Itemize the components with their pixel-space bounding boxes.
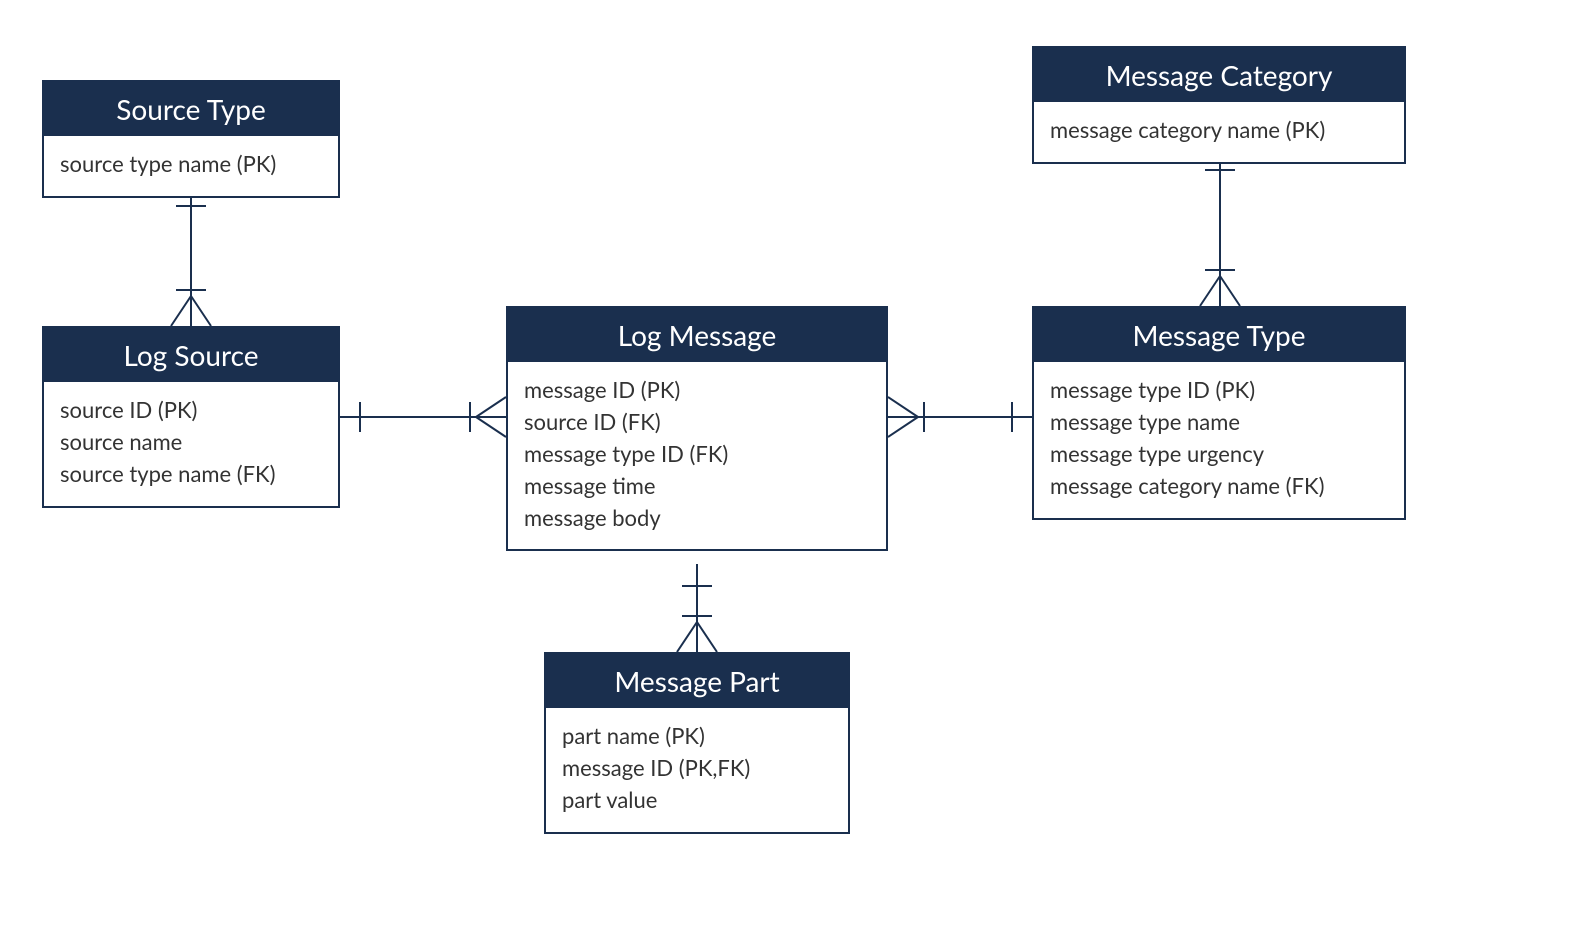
attribute: source ID (FK): [524, 406, 870, 438]
entity-message-category: Message Category message category name (…: [1032, 46, 1406, 164]
attribute: message ID (PK,FK): [562, 752, 832, 784]
attribute: part name (PK): [562, 720, 832, 752]
entity-attrs: message type ID (PK) message type name m…: [1034, 362, 1404, 518]
attribute: message type name: [1050, 406, 1388, 438]
attribute: message body: [524, 502, 870, 534]
entity-title: Log Message: [508, 308, 886, 362]
entity-attrs: source type name (PK): [44, 136, 338, 196]
entity-title: Message Category: [1034, 48, 1404, 102]
entity-title: Log Source: [44, 328, 338, 382]
attribute: message type ID (FK): [524, 438, 870, 470]
entity-title: Message Type: [1034, 308, 1404, 362]
attribute: message ID (PK): [524, 374, 870, 406]
entity-source-type: Source Type source type name (PK): [42, 80, 340, 198]
entity-attrs: part name (PK) message ID (PK,FK) part v…: [546, 708, 848, 832]
attribute: message category name (FK): [1050, 470, 1388, 502]
attribute: message category name (PK): [1050, 114, 1388, 146]
attribute: message type ID (PK): [1050, 374, 1388, 406]
attribute: source name: [60, 426, 322, 458]
entity-attrs: source ID (PK) source name source type n…: [44, 382, 338, 506]
attribute: source type name (FK): [60, 458, 322, 490]
attribute: message time: [524, 470, 870, 502]
attribute: source type name (PK): [60, 148, 322, 180]
entity-title: Message Part: [546, 654, 848, 708]
entity-attrs: message ID (PK) source ID (FK) message t…: [508, 362, 886, 549]
attribute: source ID (PK): [60, 394, 322, 426]
attribute: part value: [562, 784, 832, 816]
entity-title: Source Type: [44, 82, 338, 136]
entity-message-part: Message Part part name (PK) message ID (…: [544, 652, 850, 834]
entity-attrs: message category name (PK): [1034, 102, 1404, 162]
entity-log-message: Log Message message ID (PK) source ID (F…: [506, 306, 888, 551]
entity-message-type: Message Type message type ID (PK) messag…: [1032, 306, 1406, 520]
entity-log-source: Log Source source ID (PK) source name so…: [42, 326, 340, 508]
attribute: message type urgency: [1050, 438, 1388, 470]
